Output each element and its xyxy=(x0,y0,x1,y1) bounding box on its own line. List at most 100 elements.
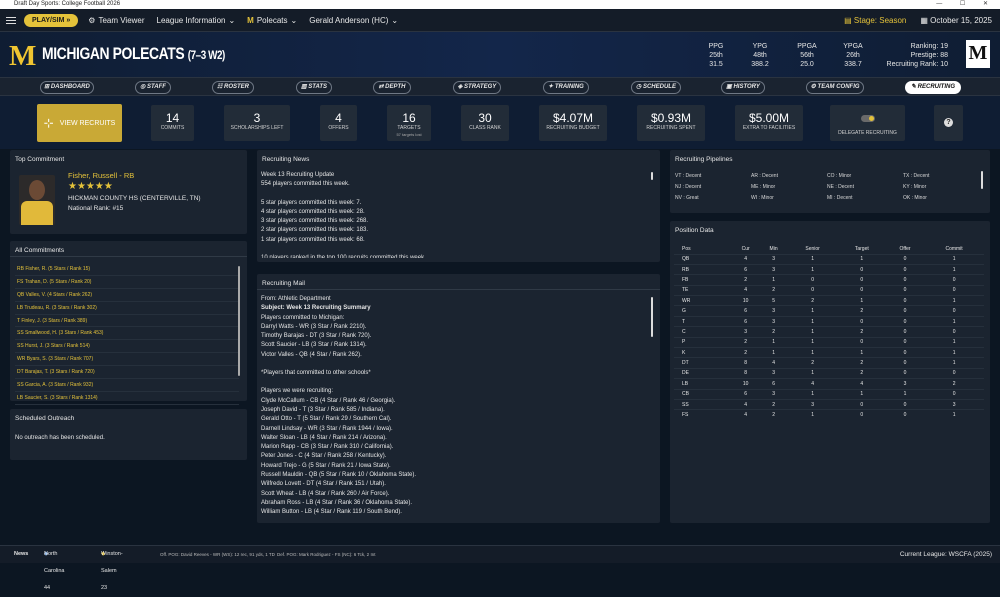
tab-team-config[interactable]: ⚙ Team Config xyxy=(806,81,864,94)
stage-indicator[interactable]: ▤ Stage: Season xyxy=(844,16,906,25)
tab-schedule[interactable]: ◷ Schedule xyxy=(631,81,681,94)
table-row: LB 10 6 4 4 3 2 xyxy=(674,378,984,390)
list-item[interactable]: WR Byars, S. (3 Stars / Rank 707) xyxy=(15,353,239,367)
table-header: Pos xyxy=(682,246,691,253)
table-row: WR 10 5 2 1 0 1 xyxy=(674,295,984,306)
table-cell: P xyxy=(674,336,732,348)
table-cell: 5 xyxy=(759,295,788,306)
team-logo: M xyxy=(9,40,37,72)
scrollbar[interactable] xyxy=(651,297,653,337)
list-item[interactable]: SS Smallwood, H. (3 Stars / Rank 453) xyxy=(15,327,239,341)
toggle-switch[interactable] xyxy=(860,115,875,122)
list-item[interactable]: LB Trudeau, R. (3 Stars / Rank 302) xyxy=(15,302,239,315)
tab-depth[interactable]: ⇄ Depth xyxy=(373,81,411,94)
window-controls[interactable]: — ☐ ✕ xyxy=(936,0,996,9)
list-item[interactable]: RB Fisher, R. (5 Stars / Rank 15) xyxy=(15,263,239,276)
news-line: 554 players committed this week. xyxy=(261,181,350,188)
scrollbar[interactable] xyxy=(238,266,240,376)
card-value: $4.07M xyxy=(552,111,594,125)
mail-line: Russell Mauldin - QB (5 Star / Rank 10 /… xyxy=(261,472,417,479)
list-item[interactable]: DT Barajas, T. (3 Stars / Rank 720) xyxy=(15,366,239,380)
league-info-dropdown[interactable]: League Information ⌄ xyxy=(157,16,236,25)
list-item[interactable]: QB Valles, V. (4 Stars / Rank 262) xyxy=(15,289,239,302)
play-sim-button[interactable]: PLAY/SIM » xyxy=(24,13,79,27)
table-header: Min xyxy=(769,246,778,253)
table-cell: 0 xyxy=(885,253,925,265)
pipeline-item: MI : Decent xyxy=(827,195,853,201)
tab-strategy[interactable]: ◈ Strategy xyxy=(453,81,501,94)
card-value: $5.00M xyxy=(748,111,790,125)
tab-recruiting[interactable]: ✎ Recruiting xyxy=(905,81,961,94)
team-record: (7–3 W2) xyxy=(187,48,226,62)
delegate-label: DELEGATE RECRUITING xyxy=(838,130,897,136)
tab-dashboard[interactable]: ⊞ Dashboard xyxy=(40,81,94,94)
table-cell: 1 xyxy=(885,388,925,400)
coach-dropdown[interactable]: Gerald Anderson (HC) ⌄ xyxy=(309,16,398,25)
recruiting-pipelines-panel: Recruiting Pipelines VT : Decent AR : De… xyxy=(670,150,990,213)
tab-label: Team Config xyxy=(817,84,860,90)
card-commits: 14 COMMITS xyxy=(151,105,194,141)
stat-value: 338.7 xyxy=(844,61,862,68)
scheduled-outreach-panel: Scheduled Outreach No outreach has been … xyxy=(10,409,247,460)
table-cell: T xyxy=(674,315,732,327)
commitments-list: RB Fisher, R. (5 Stars / Rank 15) FS Tra… xyxy=(15,263,239,405)
play-sim-label: PLAY/SIM xyxy=(32,16,65,24)
table-cell: 0 xyxy=(837,398,886,410)
roster-icon: ☷ xyxy=(216,84,223,90)
view-recruits-button[interactable]: ⊹ VIEW RECRUITS xyxy=(37,104,122,142)
window-title: Draft Day Sports: College Football 2026 xyxy=(14,1,121,7)
mail-line xyxy=(261,378,650,387)
tab-history[interactable]: ▣ History xyxy=(721,81,765,94)
table-cell: 0 xyxy=(837,315,886,327)
date-label: October 15, 2025 xyxy=(930,15,992,25)
strategy-icon: ◈ xyxy=(457,84,463,90)
table-cell: RB xyxy=(674,263,732,275)
list-item[interactable]: SS Garcia, A. (3 Stars / Rank 932) xyxy=(15,379,239,392)
table-cell: 2 xyxy=(759,284,788,296)
table-cell: 1 xyxy=(924,315,984,327)
mail-line xyxy=(261,360,650,369)
table-row: G631200 xyxy=(674,305,984,317)
view-recruits-icon: ⊹ xyxy=(43,116,54,130)
delegate-recruiting-toggle[interactable]: DELEGATE RECRUITING xyxy=(830,105,905,141)
tab-roster[interactable]: ☷ Roster xyxy=(212,81,254,94)
list-item[interactable]: FS Trahan, D. (5 Stars / Rank 20) xyxy=(15,276,239,289)
table-cell: 0 xyxy=(837,336,886,348)
card-recruiting-budget: $4.07M RECRUITING BUDGET xyxy=(539,105,607,141)
mail-line: Victor Valles - QB (4 Star / Rank 262). xyxy=(261,351,362,358)
table-row: C321200 xyxy=(674,326,984,338)
list-item[interactable]: SS Hurst, J. (3 Stars / Rank 514) xyxy=(15,340,239,354)
position-table: Pos Cur Min Senior Target Offer Commit QB 4 3 1 1 0… xyxy=(674,245,984,421)
team1-score: North Carolina 44 xyxy=(44,551,65,591)
card-label: OFFERS xyxy=(328,125,349,131)
help-button[interactable]: ? xyxy=(934,105,963,141)
table-cell: 0 xyxy=(924,284,984,296)
team-dropdown[interactable]: M Polecats ⌄ xyxy=(247,16,297,25)
team-name: MICHIGAN POLECATS (7–3 W2) xyxy=(42,44,225,64)
tab-stats[interactable]: ▥ Stats xyxy=(296,81,332,94)
list-item[interactable]: T Finley, J. (3 Stars / Rank 389) xyxy=(15,315,239,328)
table-cell: 3 xyxy=(787,398,838,410)
offensive-pog: Off. POG: David Reeves - WR (WS): 12 rec… xyxy=(160,552,275,557)
menu-icon[interactable] xyxy=(6,15,16,26)
team-viewer-button[interactable]: ⚙ Team Viewer xyxy=(88,16,144,25)
table-cell: FS xyxy=(674,409,732,421)
table-cell: 1 xyxy=(787,253,838,265)
table-cell: 0 xyxy=(885,326,925,338)
table-cell: 1 xyxy=(787,263,838,275)
list-item[interactable]: LB Saucier, S. (3 Stars / Rank 1314) xyxy=(15,392,239,405)
table-cell: 1 xyxy=(787,336,838,348)
player-name[interactable]: Fisher, Russell - RB xyxy=(68,171,134,180)
scrollbar[interactable] xyxy=(651,172,653,180)
mail-line: Scott Wheat - LB (4 Star / Rank 260 / Ai… xyxy=(261,490,390,497)
table-cell: 1 xyxy=(759,346,788,358)
scrollbar[interactable] xyxy=(981,171,983,189)
table-cell: 10 xyxy=(731,378,760,390)
table-cell: SS xyxy=(674,398,732,410)
tab-training[interactable]: ✦ Training xyxy=(543,81,589,94)
news-line: 3 star players committed this week: 268. xyxy=(261,218,369,225)
table-cell: 1 xyxy=(759,274,788,286)
mail-line: William Button - LB (4 Star / Rank 119 /… xyxy=(261,509,402,516)
chevron-down-icon: ⌄ xyxy=(391,15,399,25)
tab-staff[interactable]: ◎ Staff xyxy=(135,81,171,94)
